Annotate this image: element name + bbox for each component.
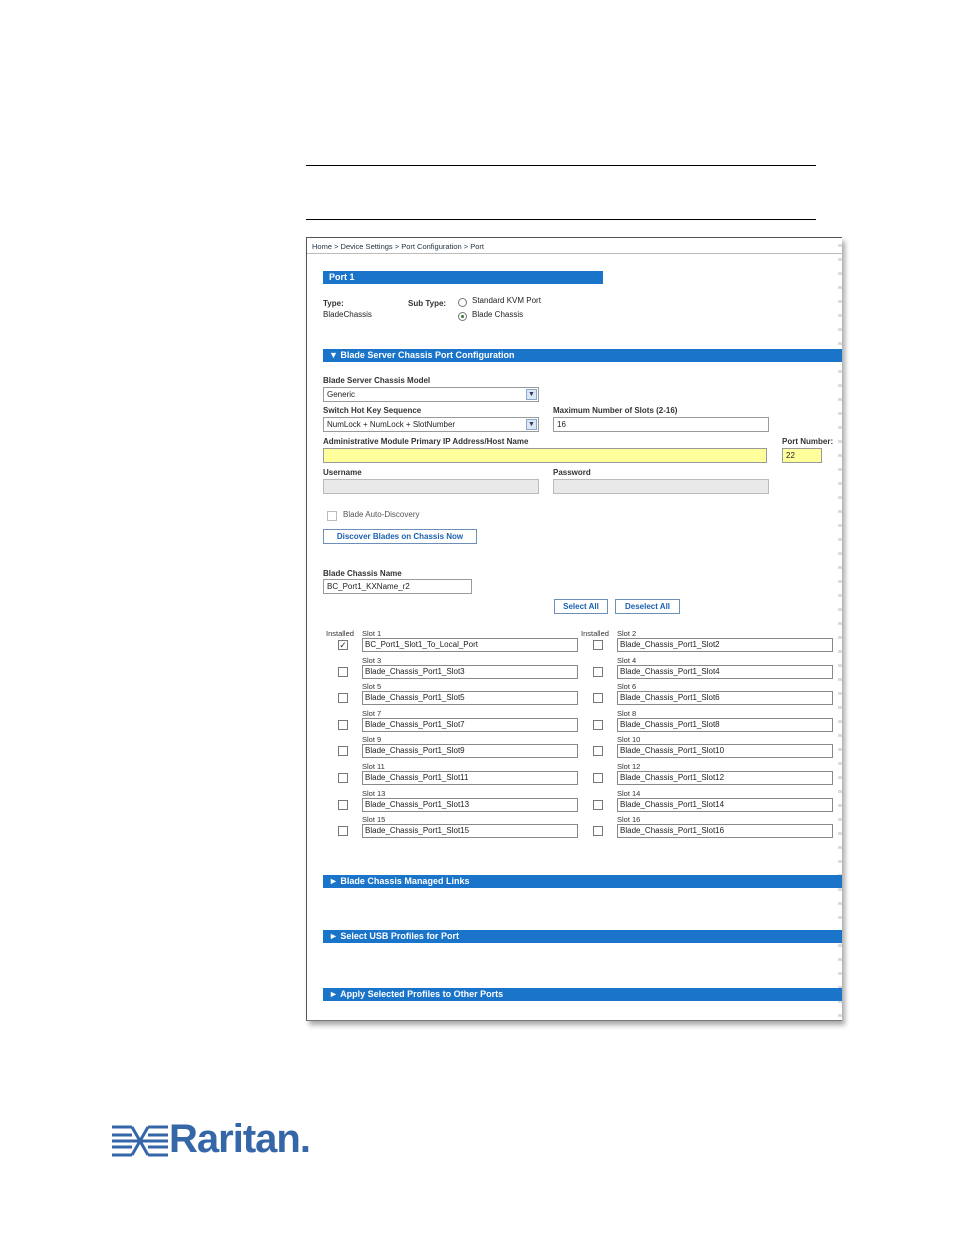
- slot-label: Slot 8: [617, 708, 637, 718]
- radio-blade-chassis-label: Blade Chassis: [472, 310, 524, 319]
- slot-name-field[interactable]: Blade_Chassis_Port1_Slot7: [362, 717, 578, 732]
- slot-installed-checkbox[interactable]: [338, 666, 348, 677]
- section-config-header[interactable]: ▼ Blade Server Chassis Port Configuratio…: [323, 349, 842, 362]
- username-label: Username: [323, 468, 362, 477]
- slot-installed-checkbox[interactable]: [338, 719, 348, 730]
- slot-installed-checkbox[interactable]: [338, 799, 348, 810]
- subtype-label: Sub Type:: [408, 299, 447, 308]
- installed-header-right: Installed: [581, 629, 609, 638]
- radio-standard-kvm[interactable]: [458, 298, 467, 307]
- username-field[interactable]: [323, 479, 539, 494]
- slot-installed-checkbox[interactable]: [593, 719, 603, 730]
- slot-name-field[interactable]: Blade_Chassis_Port1_Slot5: [362, 691, 578, 706]
- slot-label: Slot 11: [362, 762, 385, 771]
- section-managed-links[interactable]: ► Blade Chassis Managed Links: [323, 875, 842, 888]
- slot-installed-checkbox[interactable]: [593, 799, 603, 810]
- slot-installed-checkbox[interactable]: [593, 666, 603, 677]
- slot-label: Slot 13: [362, 788, 386, 798]
- port-title-bar: Port 1: [323, 271, 603, 284]
- slot-name-field[interactable]: Blade_Chassis_Port1_Slot15: [362, 824, 578, 839]
- screenshot-panel: Home > Device Settings > Port Configurat…: [306, 237, 842, 1021]
- slot-name-field[interactable]: Blade_Chassis_Port1_Slot4: [617, 664, 833, 679]
- admin-ip-label: Administrative Module Primary IP Address…: [323, 437, 529, 446]
- discover-blades-button[interactable]: Discover Blades on Chassis Now: [323, 529, 477, 544]
- model-label: Blade Server Chassis Model: [323, 376, 431, 385]
- autodiscovery-checkbox[interactable]: [327, 511, 337, 521]
- password-field[interactable]: [553, 479, 769, 494]
- slot-installed-checkbox[interactable]: [338, 693, 348, 704]
- slot-name-field[interactable]: Blade_Chassis_Port1_Slot8: [617, 717, 833, 732]
- admin-ip-field[interactable]: [323, 448, 767, 463]
- slot-name-field[interactable]: Blade_Chassis_Port1_Slot11: [362, 771, 578, 785]
- slot-installed-checkbox[interactable]: [593, 640, 603, 650]
- port-number-field[interactable]: 22: [782, 448, 822, 463]
- top-rule-1: [306, 165, 816, 166]
- section-apply-profiles[interactable]: ► Apply Selected Profiles to Other Ports: [323, 988, 842, 1001]
- deselect-all-button[interactable]: Deselect All: [615, 599, 680, 614]
- hotkey-select[interactable]: NumLock + NumLock + SlotNumber ▼: [323, 417, 539, 432]
- slot-installed-checkbox[interactable]: [338, 826, 348, 837]
- chevron-down-icon: ▼: [526, 419, 537, 430]
- raritan-logo-text: Raritan.: [169, 1117, 311, 1161]
- chevron-down-icon: ▼: [526, 389, 537, 400]
- radio-standard-kvm-label: Standard KVM Port: [472, 296, 541, 305]
- model-select[interactable]: Generic ▼: [323, 387, 539, 402]
- select-all-button[interactable]: Select All: [554, 599, 608, 614]
- slot-label: Slot 14: [617, 788, 641, 798]
- type-label: Type:: [323, 299, 344, 308]
- section-usb-profiles[interactable]: ► Select USB Profiles for Port: [323, 930, 842, 943]
- slot-installed-checkbox[interactable]: [593, 773, 603, 783]
- slot-installed-checkbox[interactable]: [338, 773, 348, 783]
- slot-installed-checkbox[interactable]: ✓: [338, 640, 348, 650]
- slot-name-field[interactable]: Blade_Chassis_Port1_Slot9: [362, 744, 578, 759]
- breadcrumb-rule: [307, 253, 842, 254]
- autodiscovery-label: Blade Auto-Discovery: [343, 510, 420, 519]
- slot-name-field[interactable]: Blade_Chassis_Port1_Slot13: [362, 797, 578, 812]
- hotkey-select-value: NumLock + NumLock + SlotNumber: [327, 420, 456, 429]
- slot-label: Slot 1: [362, 629, 382, 638]
- slot-installed-checkbox[interactable]: [593, 746, 603, 757]
- slot-installed-checkbox[interactable]: [593, 826, 603, 837]
- slot-name-field[interactable]: Blade_Chassis_Port1_Slot2: [617, 638, 833, 652]
- slot-label: Slot 3: [362, 655, 382, 665]
- slot-name-field[interactable]: Blade_Chassis_Port1_Slot12: [617, 771, 833, 785]
- slot-name-field[interactable]: Blade_Chassis_Port1_Slot14: [617, 797, 833, 812]
- chassis-name-label: Blade Chassis Name: [323, 569, 402, 578]
- slot-installed-checkbox[interactable]: [338, 746, 348, 757]
- top-rule-2: [306, 219, 816, 220]
- maxslots-field[interactable]: 16: [553, 417, 769, 432]
- breadcrumb[interactable]: Home > Device Settings > Port Configurat…: [312, 242, 484, 251]
- slot-label: Slot 9: [362, 735, 382, 745]
- password-label: Password: [553, 468, 591, 477]
- installed-header-left: Installed: [326, 629, 354, 638]
- slot-label: Slot 16: [617, 815, 641, 825]
- slot-label: Slot 10: [617, 735, 641, 745]
- slot-label: Slot 2: [617, 629, 637, 638]
- slot-installed-checkbox[interactable]: [593, 693, 603, 704]
- slot-label: Slot 15: [362, 815, 386, 825]
- type-value: BladeChassis: [323, 310, 372, 319]
- chassis-name-field[interactable]: BC_Port1_KXName_r2: [323, 579, 472, 594]
- slot-name-field[interactable]: Blade_Chassis_Port1_Slot6: [617, 691, 833, 706]
- port-number-label: Port Number:: [782, 437, 834, 446]
- slot-name-field[interactable]: Blade_Chassis_Port1_Slot3: [362, 664, 578, 679]
- slot-name-field[interactable]: Blade_Chassis_Port1_Slot16: [617, 824, 833, 839]
- slot-name-field[interactable]: BC_Port1_Slot1_To_Local_Port: [362, 638, 578, 652]
- slot-label: Slot 6: [617, 682, 637, 692]
- model-select-value: Generic: [327, 390, 356, 399]
- radio-blade-chassis[interactable]: [458, 312, 467, 321]
- slot-label: Slot 12: [617, 762, 641, 771]
- slot-label: Slot 5: [362, 682, 382, 692]
- slot-label: Slot 7: [362, 708, 382, 718]
- slot-name-field[interactable]: Blade_Chassis_Port1_Slot10: [617, 744, 833, 759]
- raritan-logo-icon: [112, 1125, 168, 1157]
- maxslots-label: Maximum Number of Slots (2-16): [553, 406, 678, 415]
- hotkey-label: Switch Hot Key Sequence: [323, 406, 422, 415]
- slot-label: Slot 4: [617, 655, 637, 665]
